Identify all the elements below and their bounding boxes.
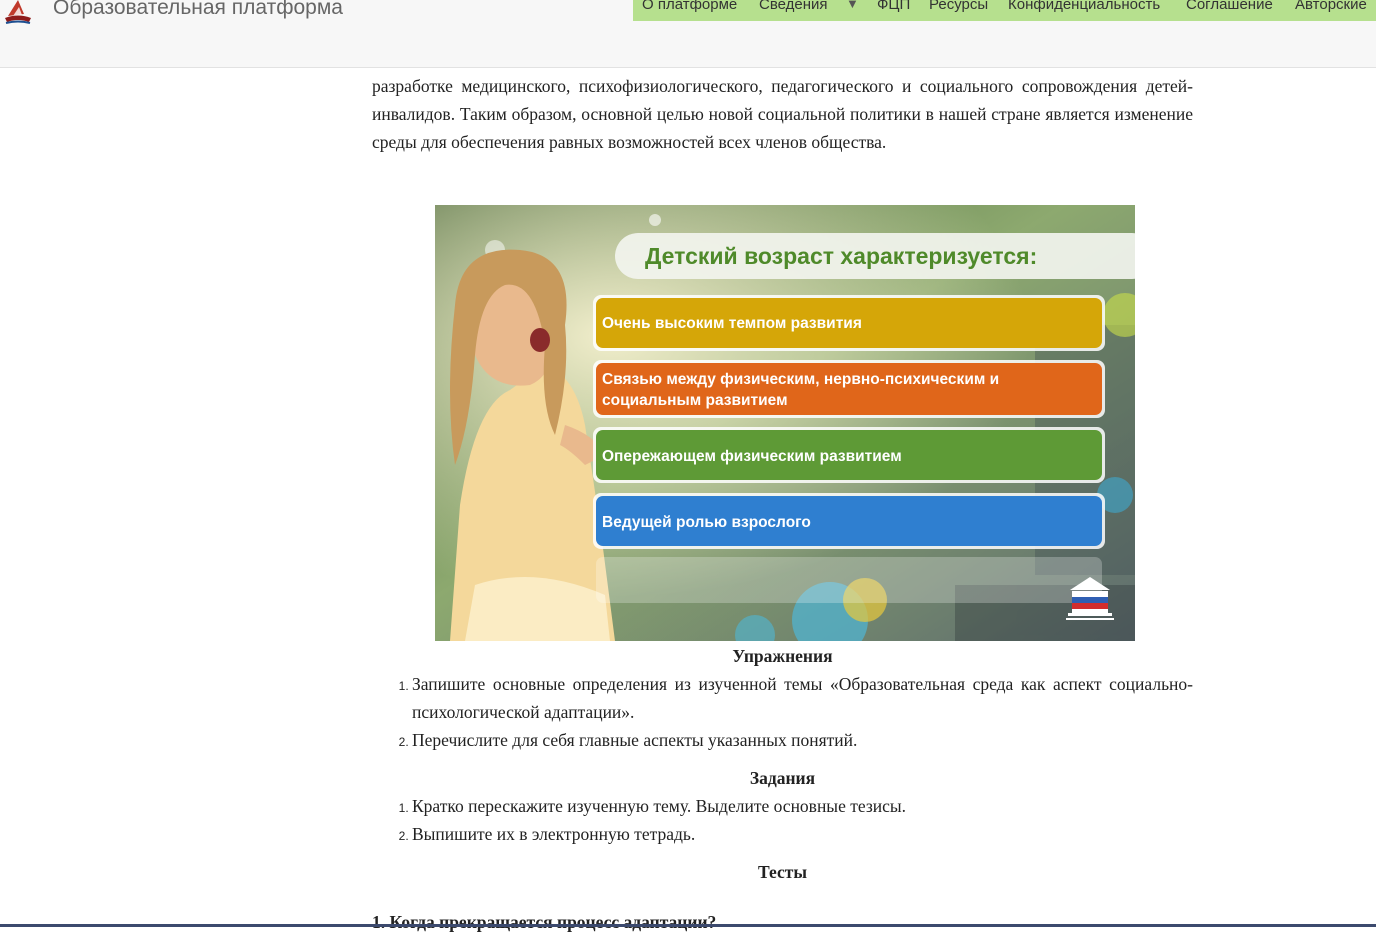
list-item: Перечислите для себя главные аспекты ука…	[412, 726, 1193, 754]
tasks-title: Задания	[749, 768, 816, 788]
exercises-title: Упражнения	[732, 646, 833, 666]
top-nav: О платформе Сведения ▼ ФЦП Ресурсы Конфи…	[633, 0, 1376, 21]
site-title[interactable]: Образовательная платформа	[53, 0, 343, 20]
list-item: Кратко перескажите изученную тему. Выдел…	[412, 792, 1193, 820]
chevron-down-icon[interactable]: ▼	[846, 0, 859, 11]
list-item: Выпишите их в электронную тетрадь.	[412, 820, 1193, 848]
slide-item-4: Ведущей ролью взрослого	[602, 514, 811, 531]
intro-paragraph: разработке медицинского, психофизиологич…	[372, 76, 1193, 152]
slide-heading: Детский возраст характеризуется:	[645, 243, 1037, 269]
slide-item-1: Очень высоким темпом развития	[602, 315, 862, 332]
site-header: Образовательная платформа О платформе Св…	[0, 0, 1376, 68]
nav-about[interactable]: О платформе	[642, 0, 737, 13]
slide-image: Детский возраст характеризуется: Очень в…	[435, 205, 1135, 641]
slide-item-2-line-1: Связью между физическим, нервно-психичес…	[602, 371, 999, 388]
nav-author[interactable]: Авторские	[1295, 0, 1367, 13]
nav-agreement[interactable]: Соглашение	[1186, 0, 1273, 13]
nav-privacy[interactable]: Конфиденциальность	[1008, 0, 1160, 13]
slide-item-2-line-2: социальным развитием	[602, 392, 788, 409]
nav-fcp[interactable]: ФЦП	[877, 0, 910, 13]
list-item: Запишите основные определения из изученн…	[412, 670, 1193, 726]
exercises-list: Запишите основные определения из изученн…	[372, 670, 1193, 754]
nav-info[interactable]: Сведения	[759, 0, 828, 13]
nav-resources[interactable]: Ресурсы	[929, 0, 988, 13]
slide-item-3: Опережающем физическим развитием	[602, 448, 902, 465]
platform-logo-icon[interactable]	[2, 0, 34, 28]
tasks-list: Кратко перескажите изученную тему. Выдел…	[372, 792, 1193, 848]
test-question-1: 1. Когда прекращается процесс адаптации?	[372, 912, 717, 932]
tests-title: Тесты	[757, 862, 807, 882]
